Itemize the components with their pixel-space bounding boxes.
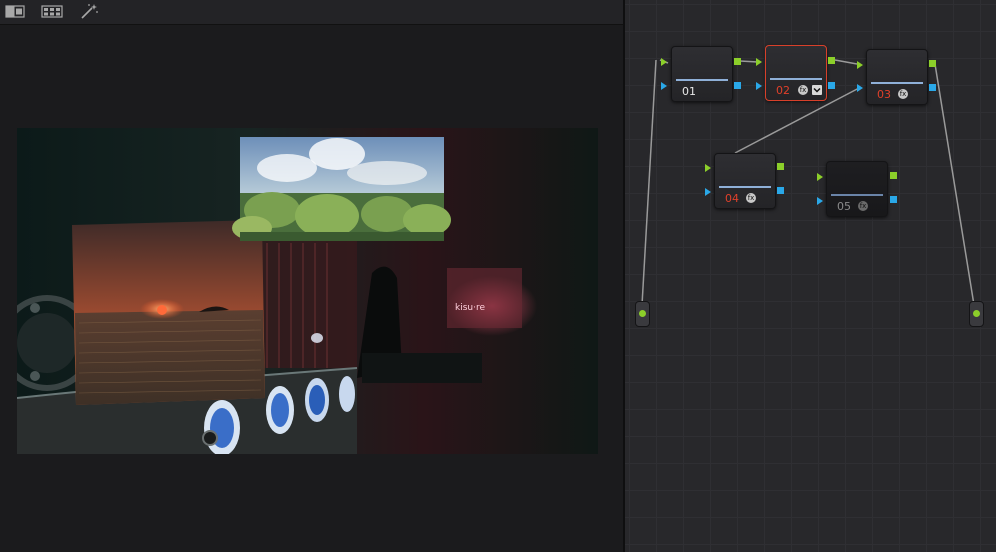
lut-checkbox-icon [812, 85, 822, 95]
fx-icon: fx [746, 193, 756, 203]
magic-wand-icon [81, 4, 98, 19]
node-input-port[interactable] [756, 58, 762, 66]
node-label: 05 [837, 200, 851, 213]
node-key-output-port[interactable] [890, 196, 897, 203]
collage-image: kisu·re [17, 128, 598, 454]
node-label: 02 [776, 84, 790, 97]
node-output-port[interactable] [929, 60, 936, 67]
fx-icon: fx [898, 89, 908, 99]
node-04[interactable]: 04 fx [714, 153, 776, 209]
node-input-port[interactable] [857, 61, 863, 69]
node-input-port[interactable] [661, 58, 667, 66]
hills-photo [232, 137, 451, 241]
node-key-input-port[interactable] [756, 82, 762, 90]
svg-text:kisu·re: kisu·re [455, 303, 485, 313]
node-key-input-port[interactable] [817, 197, 823, 205]
fx-icon: fx [858, 201, 868, 211]
node-01[interactable]: 01 [671, 46, 733, 102]
connection-line [834, 59, 858, 65]
node-output-port[interactable] [777, 163, 784, 170]
node-output-port[interactable] [890, 172, 897, 179]
node-key-output-port[interactable] [828, 82, 835, 89]
sunset-photo [72, 220, 265, 405]
node-key-input-port[interactable] [661, 82, 667, 90]
node-input-port[interactable] [817, 173, 823, 181]
source-port [639, 310, 646, 317]
node-graph[interactable]: 01 02 fx 03 fx 04 fx 05 fx [625, 0, 996, 552]
connection-line [641, 59, 657, 306]
output-port [973, 310, 980, 317]
node-03[interactable]: 03 fx [866, 49, 928, 105]
node-key-output-port[interactable] [777, 187, 784, 194]
fx-icon: fx [798, 85, 808, 95]
node-output-port[interactable] [734, 58, 741, 65]
magic-wand-button[interactable] [78, 3, 100, 20]
split-view-icon [5, 5, 25, 18]
node-key-input-port[interactable] [705, 188, 711, 196]
node-label: 04 [725, 192, 739, 205]
node-05[interactable]: 05 fx [826, 161, 888, 217]
viewer-panel: kisu·re [0, 0, 623, 552]
node-key-output-port[interactable] [929, 84, 936, 91]
node-key-input-port[interactable] [857, 84, 863, 92]
viewer-image[interactable]: kisu·re [17, 128, 598, 454]
node-label: 03 [877, 88, 891, 101]
split-view-button[interactable] [4, 3, 26, 20]
source-input-node[interactable] [635, 301, 650, 327]
node-02[interactable]: 02 fx [765, 45, 827, 101]
node-label: 01 [682, 85, 696, 98]
output-node[interactable] [969, 301, 984, 327]
node-output-port[interactable] [828, 57, 835, 64]
node-input-port[interactable] [705, 164, 711, 172]
node-key-output-port[interactable] [734, 82, 741, 89]
grid-view-button[interactable] [41, 3, 63, 20]
viewer-toolbar [0, 0, 623, 25]
grid-view-icon [41, 5, 63, 18]
connection-line [934, 63, 975, 306]
